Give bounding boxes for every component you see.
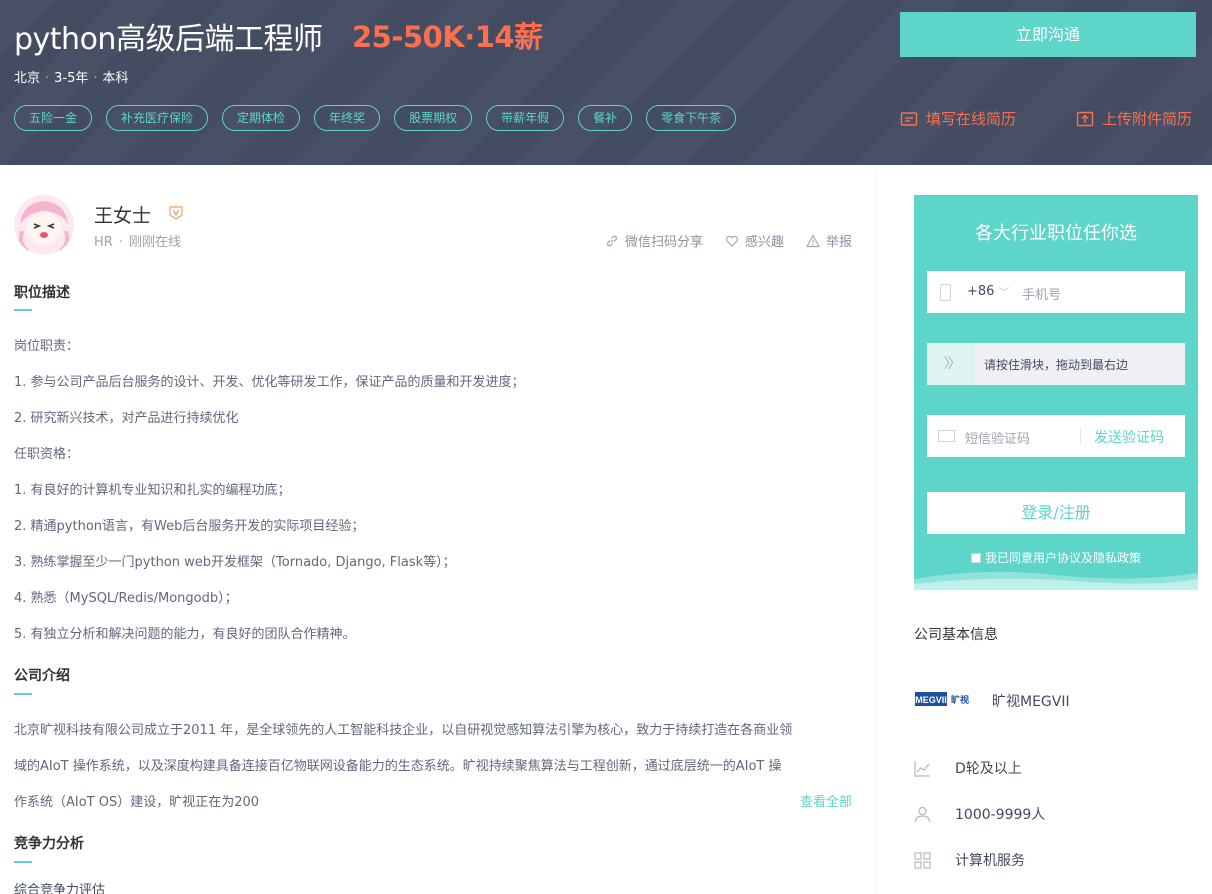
- person-icon: [914, 806, 931, 822]
- verified-badge-icon: [169, 206, 183, 220]
- hr-sep: ·: [118, 235, 123, 250]
- company-intro-line: 域的AIoT 操作系统，以及深度构建具备连接百亿物联网设备能力的生态系统。旷视持…: [14, 759, 782, 774]
- phone-icon: [940, 284, 951, 301]
- login-card: 各大行业职位任你选 +86 ﹀ 手机号 〉〉 请按住滑块，拖动到最右边 短信验证…: [914, 195, 1198, 590]
- job-degree: 本科: [102, 71, 129, 86]
- resume-form-icon: [900, 111, 918, 126]
- share-label: 微信扫码分享: [624, 235, 703, 250]
- company-intro-line: 作系统（AIoT OS）建设，旷视正在为200: [14, 795, 260, 810]
- job-title: python高级后端工程师: [14, 22, 323, 57]
- company-intro-title: 公司介绍: [14, 668, 70, 684]
- fill-resume-link[interactable]: 填写在线简历: [900, 108, 1016, 129]
- hr-status: HR · 刚刚在线: [94, 231, 181, 250]
- hr-actions: 微信扫码分享 感兴趣 举报: [605, 231, 852, 250]
- card-wave-decoration: [914, 571, 1198, 590]
- job-city: 北京: [14, 71, 41, 86]
- fill-resume-label: 填写在线简历: [926, 110, 1017, 128]
- description-line: 5. 有独立分析和解决问题的能力，有良好的团队合作精神。: [14, 627, 356, 642]
- hr-name: 王女士: [94, 205, 152, 227]
- description-line: 4. 熟悉（MySQL/Redis/Mongodb）；: [14, 591, 238, 606]
- upload-icon: [1076, 111, 1094, 126]
- heart-icon: [725, 235, 739, 247]
- description-line: 任职资格：: [14, 447, 80, 462]
- hr-info: 王女士 HR · 刚刚在线 微信扫码分享 感兴趣 举报: [14, 195, 852, 255]
- hr-avatar: [14, 195, 74, 255]
- sms-code-input[interactable]: 短信验证码: [965, 428, 1030, 447]
- company-intro-line: 北京旷视科技有限公司成立于2011 年，是全球领先的人工智能科技企业，以自研视觉…: [14, 723, 793, 738]
- field-divider: [1080, 428, 1081, 444]
- company-industry: 计算机服务: [914, 850, 1025, 870]
- benefit-tag: 带薪年假: [486, 105, 565, 131]
- benefit-tag: 补充医疗保险: [106, 105, 209, 131]
- upload-resume-link[interactable]: 上传附件简历: [1076, 108, 1192, 129]
- description-line: 2. 精通python语言，有Web后台服务开发的实际项目经验；: [14, 519, 365, 534]
- report-label: 举报: [825, 235, 852, 250]
- login-register-button[interactable]: 登录/注册: [927, 492, 1185, 534]
- svg-text:MEGVII: MEGVII: [915, 695, 947, 705]
- description-line: 3. 熟练掌握至少一门python web开发框架（Tornado, Djang…: [14, 555, 456, 570]
- see-all-link[interactable]: 查看全部: [800, 791, 852, 810]
- column-divider: [875, 165, 876, 894]
- job-experience: 3-5年: [54, 71, 89, 86]
- chat-now-button[interactable]: 立即沟通: [900, 12, 1196, 57]
- trend-chart-icon: [914, 760, 930, 777]
- upload-resume-label: 上传附件简历: [1102, 110, 1193, 128]
- company-stage: D轮及以上: [914, 758, 1022, 778]
- description-line: 岗位职责：: [14, 339, 80, 354]
- company-logo[interactable]: MEGVII 旷视: [915, 692, 973, 706]
- benefit-tag: 年终奖: [314, 105, 381, 131]
- agreement-checkbox[interactable]: [970, 553, 981, 563]
- sms-code-field[interactable]: 短信验证码 发送验证码: [927, 415, 1185, 457]
- phone-input[interactable]: 手机号: [1022, 284, 1061, 303]
- section-underline: [14, 861, 32, 863]
- salary: 25-50K·14薪: [352, 20, 543, 54]
- phone-field[interactable]: +86 ﹀ 手机号: [927, 271, 1185, 313]
- login-card-title: 各大行业职位任你选: [975, 223, 1137, 244]
- svg-text:旷视: 旷视: [951, 694, 969, 706]
- link-icon: [606, 235, 617, 246]
- section-underline: [14, 309, 32, 311]
- benefit-tags: 五险一金 补充医疗保险 定期体检 年终奖 股票期权 带薪年假 餐补 零食下午茶: [14, 105, 737, 131]
- hr-role: HR: [94, 235, 113, 250]
- benefit-tag: 股票期权: [394, 105, 473, 131]
- section-underline: [14, 693, 32, 695]
- slider-hint: 请按住滑块，拖动到最右边: [984, 358, 1129, 372]
- company-stage-label: D轮及以上: [955, 761, 1022, 777]
- company-industry-label: 计算机服务: [955, 853, 1025, 869]
- job-meta: 北京 · 3-5年 · 本科: [14, 67, 129, 86]
- mail-icon: [938, 430, 955, 442]
- job-header: python高级后端工程师 25-50K·14薪 北京 · 3-5年 · 本科 五险一金…: [0, 0, 1212, 165]
- benefit-tag: 五险一金: [14, 105, 93, 131]
- job-description-title: 职位描述: [14, 285, 70, 301]
- agreement-label: 我已同意用户协议及隐私政策: [984, 551, 1141, 565]
- benefit-tag: 餐补: [578, 105, 633, 131]
- country-code-select[interactable]: +86: [967, 284, 994, 299]
- warning-icon: [805, 233, 820, 247]
- competition-subtitle: 综合竞争力评估: [14, 883, 106, 894]
- report-button[interactable]: 举报: [805, 231, 852, 250]
- description-line: 1. 有良好的计算机专业知识和扎实的编程功底；: [14, 483, 291, 498]
- description-line: 1. 参与公司产品后台服务的设计、开发、优化等研发工作，保证产品的质量和开发进度…: [14, 375, 525, 390]
- company-size-label: 1000-9999人: [955, 807, 1046, 823]
- benefit-tag: 定期体检: [222, 105, 301, 131]
- company-size: 1000-9999人: [914, 804, 1045, 824]
- meta-dot: ·: [45, 71, 50, 86]
- slider-handle[interactable]: 〉〉: [927, 343, 975, 385]
- benefit-tag: 零食下午茶: [646, 105, 737, 131]
- competition-title: 竞争力分析: [14, 836, 84, 852]
- agreement-row: 我已同意用户协议及隐私政策: [914, 549, 1198, 566]
- slider-captcha: 〉〉 请按住滑块，拖动到最右边: [927, 343, 1185, 385]
- grid-icon: [914, 851, 931, 869]
- company-name-link[interactable]: 旷视MEGVII: [992, 691, 1070, 711]
- chevron-down-icon: ﹀: [998, 286, 1009, 299]
- description-line: 2. 研究新兴技术，对产品进行持续优化: [14, 411, 239, 426]
- meta-dot: ·: [93, 71, 98, 86]
- company-info-title: 公司基本信息: [914, 627, 998, 643]
- send-code-button[interactable]: 发送验证码: [1094, 427, 1164, 447]
- share-button[interactable]: 微信扫码分享: [605, 231, 703, 250]
- interest-label: 感兴趣: [744, 235, 784, 250]
- hr-online-status: 刚刚在线: [128, 235, 181, 250]
- interest-button[interactable]: 感兴趣: [725, 231, 784, 250]
